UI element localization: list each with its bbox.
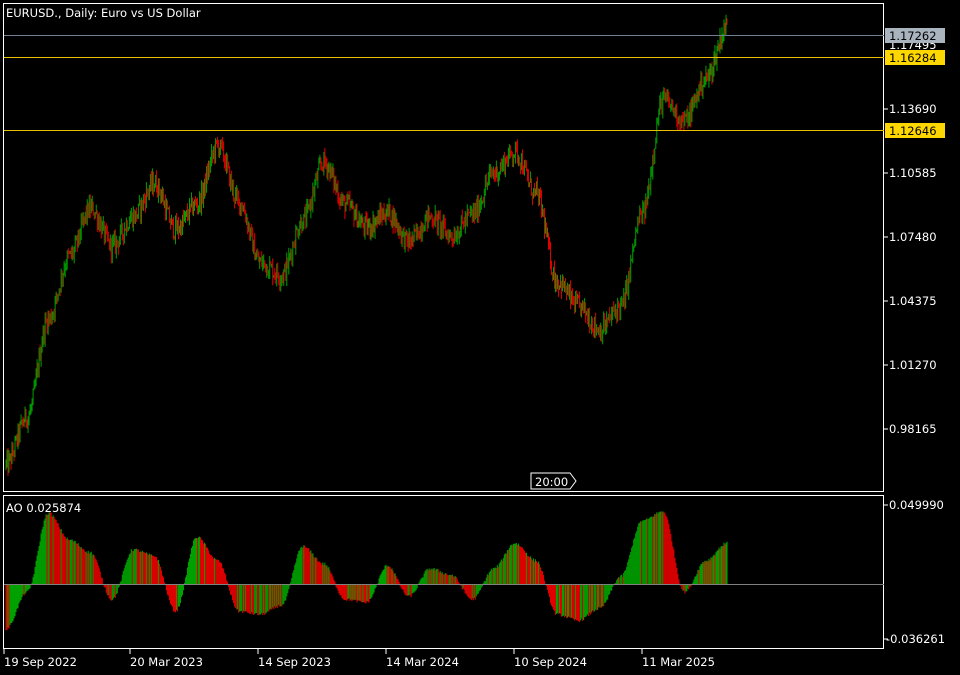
price-tick-label: 0.98165	[889, 422, 937, 436]
price-tick-label: 1.01270	[889, 358, 937, 372]
time-axis[interactable]: 19 Sep 2022 20 Mar 2023 14 Sep 2023 14 M…	[3, 649, 715, 669]
price-tick-label: 1.04375	[889, 294, 937, 308]
chart-title: EURUSD., Daily: Euro vs US Dollar	[6, 6, 201, 20]
time-tick-label: 14 Mar 2024	[386, 655, 459, 669]
crosshair-time-text: 20:00	[535, 475, 568, 489]
current-price-label: 1.17262	[889, 29, 937, 43]
time-tick-label: 14 Sep 2023	[258, 655, 331, 669]
price-tick-label: 1.07480	[889, 230, 937, 244]
ao-indicator-label: AO 0.025874	[6, 501, 81, 515]
price-tick-label: 1.13690	[889, 102, 937, 116]
chart-window[interactable]: EURUSD., Daily: Euro vs US Dollar 1.1369…	[0, 0, 960, 675]
level-badge-1: 1.16284	[885, 50, 945, 65]
time-tick-label: 11 Mar 2025	[642, 655, 715, 669]
ao-min-label: -0.036261	[886, 632, 945, 646]
level-label-2: 1.12646	[889, 124, 937, 138]
price-axis[interactable]: 1.13690 1.10585 1.07480 1.04375 1.01270 …	[884, 102, 937, 436]
time-tick-label: 19 Sep 2022	[4, 655, 77, 669]
level-badge-2: 1.12646	[885, 123, 945, 138]
price-chart-frame	[3, 3, 884, 492]
ao-histogram	[5, 511, 728, 631]
crosshair-time-label: 20:00	[530, 472, 577, 490]
time-tick-label: 10 Sep 2024	[514, 655, 587, 669]
current-price-badge: 1.17262	[885, 28, 945, 43]
ao-max-label: 0.049990	[889, 498, 944, 512]
level-label-1: 1.16284	[889, 51, 937, 65]
price-tick-label: 1.10585	[889, 166, 937, 180]
time-tick-label: 20 Mar 2023	[130, 655, 203, 669]
candlestick-series	[5, 14, 728, 476]
